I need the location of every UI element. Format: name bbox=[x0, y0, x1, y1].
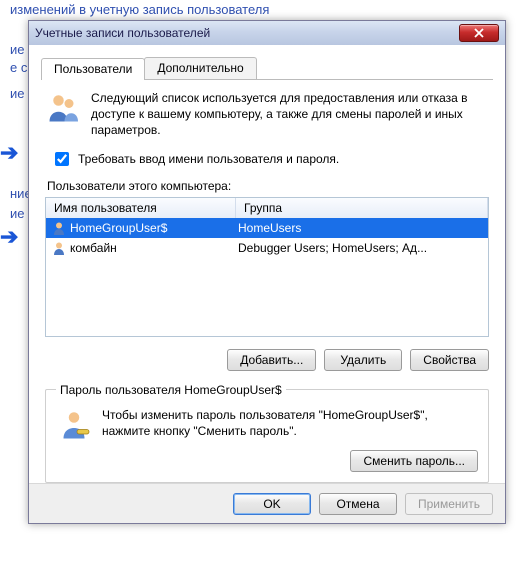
bg-snip: ие bbox=[10, 86, 25, 101]
properties-button[interactable]: Свойства bbox=[410, 349, 489, 371]
ok-button[interactable]: OK bbox=[233, 493, 311, 515]
change-password-button[interactable]: Сменить пароль... bbox=[350, 450, 478, 472]
bg-snip: ие bbox=[10, 42, 25, 57]
users-icon bbox=[45, 90, 81, 139]
tab-advanced[interactable]: Дополнительно bbox=[144, 57, 256, 79]
key-user-icon bbox=[56, 407, 92, 446]
user-group: HomeUsers bbox=[238, 221, 484, 235]
dialog-title: Учетные записи пользователей bbox=[35, 26, 459, 40]
user-name: комбайн bbox=[68, 241, 238, 255]
intro-text: Следующий список используется для предос… bbox=[91, 90, 489, 139]
user-accounts-dialog: Учетные записи пользователей Пользовател… bbox=[28, 20, 506, 524]
require-login-checkbox[interactable] bbox=[55, 152, 69, 166]
arrow-annotation: ➔ bbox=[0, 224, 18, 250]
close-icon bbox=[474, 28, 484, 38]
close-button[interactable] bbox=[459, 24, 499, 42]
col-group[interactable]: Группа bbox=[236, 198, 488, 218]
apply-button[interactable]: Применить bbox=[405, 493, 493, 515]
listview-header[interactable]: Имя пользователя Группа bbox=[46, 198, 488, 218]
password-groupbox: Пароль пользователя HomeGroupUser$ Чтобы… bbox=[45, 383, 489, 483]
user-row[interactable]: HomeGroupUser$ HomeUsers bbox=[46, 218, 488, 238]
col-username[interactable]: Имя пользователя bbox=[46, 198, 236, 218]
remove-user-button[interactable]: Удалить bbox=[324, 349, 402, 371]
add-user-button[interactable]: Добавить... bbox=[227, 349, 316, 371]
require-login-label[interactable]: Требовать ввод имени пользователя и паро… bbox=[78, 152, 339, 166]
titlebar[interactable]: Учетные записи пользователей bbox=[29, 21, 505, 45]
bg-line: изменений в учетную запись пользователя bbox=[10, 2, 269, 17]
bg-snip: ие bbox=[10, 206, 25, 221]
cancel-button[interactable]: Отмена bbox=[319, 493, 397, 515]
user-group: Debugger Users; HomeUsers; Ад... bbox=[238, 241, 484, 255]
tabstrip: Пользователи Дополнительно bbox=[41, 57, 493, 80]
password-legend: Пароль пользователя HomeGroupUser$ bbox=[56, 383, 286, 397]
list-caption: Пользователи этого компьютера: bbox=[47, 179, 489, 193]
user-icon bbox=[50, 241, 68, 255]
user-icon bbox=[50, 221, 68, 235]
tab-users[interactable]: Пользователи bbox=[41, 58, 145, 80]
password-text: Чтобы изменить пароль пользователя "Home… bbox=[102, 407, 478, 441]
dialog-footer: OK Отмена Применить bbox=[29, 483, 505, 523]
user-name: HomeGroupUser$ bbox=[68, 221, 238, 235]
users-listview[interactable]: Имя пользователя Группа HomeGroupUser$ H… bbox=[45, 197, 489, 337]
arrow-annotation: ➔ bbox=[0, 140, 18, 166]
user-row[interactable]: комбайн Debugger Users; HomeUsers; Ад... bbox=[46, 238, 488, 258]
